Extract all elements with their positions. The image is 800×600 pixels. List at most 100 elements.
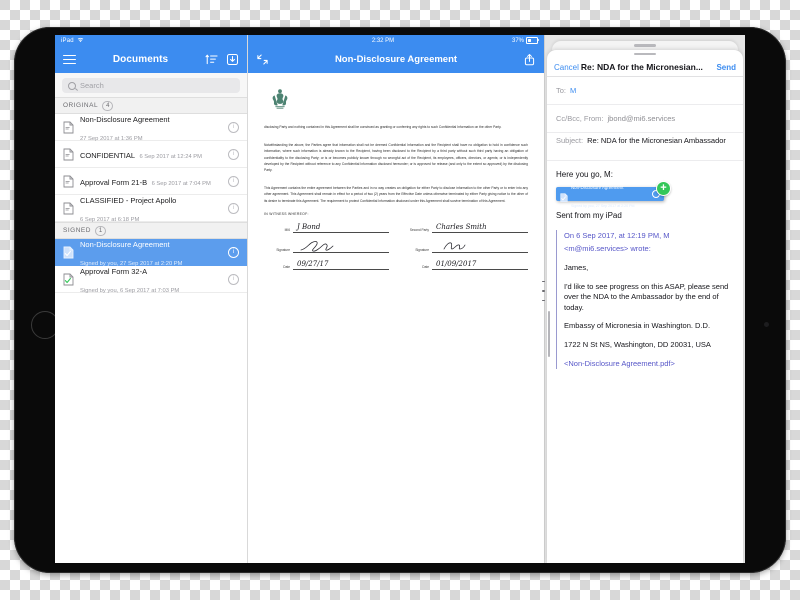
document-date: 27 Sep 2017 at 1:36 PM xyxy=(80,136,143,142)
drag-drop-zone[interactable]: Non-Disclosure Agreement Signed by you, … xyxy=(556,181,734,208)
document-name: Non-Disclosure Agreement xyxy=(80,240,170,249)
mail-body[interactable]: Here you go, M: Non-Disclosure Agreement… xyxy=(547,161,743,563)
quote-header-line2: <m@mi6.services> wrote: xyxy=(564,244,651,253)
mail-card-grabber[interactable] xyxy=(547,50,743,58)
signature-column-right: Second Party Charles Smith Signature Dat… xyxy=(403,223,528,277)
quoted-attachment-link[interactable]: <Non-Disclosure Agreement.pdf> xyxy=(564,358,734,369)
signature-line: Signature xyxy=(264,240,389,253)
send-button[interactable]: Send xyxy=(716,63,736,72)
mail-slideover-panel: Cancel Re: NDA for the Micronesian... Se… xyxy=(542,35,745,563)
cc-bcc-from-field[interactable]: Cc/Bcc, From: jbond@mi6.services xyxy=(547,105,743,133)
documents-sidebar: iPad Documents Search ORIGINAL 4 Non-Dis… xyxy=(55,35,248,563)
search-placeholder: Search xyxy=(80,81,104,90)
attachment-name: Non-Disclosure Agreement xyxy=(571,185,624,190)
share-upload-icon[interactable] xyxy=(523,53,536,66)
scrollbar[interactable] xyxy=(548,311,550,357)
section-header-original: ORIGINAL 4 xyxy=(55,97,247,114)
info-icon[interactable]: i xyxy=(228,246,239,258)
document-name: CONFIDENTIAL xyxy=(80,151,136,160)
drop-add-badge-icon: + xyxy=(656,181,671,196)
search-input[interactable]: Search xyxy=(62,78,240,93)
cancel-button[interactable]: Cancel xyxy=(554,63,579,72)
list-item[interactable]: CONFIDENTIAL 6 Sep 2017 at 12:24 PM i xyxy=(55,141,247,168)
document-date: 6 Sep 2017 at 12:24 PM xyxy=(139,154,202,160)
grabber-handle-icon[interactable] xyxy=(634,44,656,47)
battery-percent-label: 37% xyxy=(511,37,524,44)
info-icon[interactable]: i xyxy=(228,202,239,214)
document-icon xyxy=(63,202,74,215)
info-icon[interactable]: i xyxy=(228,148,239,160)
subject-value: Re: NDA for the Micronesian Ambassador xyxy=(587,136,726,145)
quote-line: Embassy of Micronesia in Washington. D.D… xyxy=(564,321,711,330)
document-name: CLASSIFIED - Project Apollo xyxy=(80,196,177,205)
list-item-text: Approval Form 32-A Signed by you, 6 Sep … xyxy=(80,261,222,297)
party-value: J Bond xyxy=(293,223,389,233)
document-date: 6 Sep 2017 at 7:04 PM xyxy=(151,181,211,187)
quote-header-line1: On 6 Sep 2017, at 12:19 PM, M xyxy=(564,231,670,240)
split-view-handle[interactable] xyxy=(542,281,545,301)
ipad-device-frame: iPad Documents Search ORIGINAL 4 Non-Dis… xyxy=(14,27,786,573)
document-page: disclosing Party and nothing contained i… xyxy=(248,73,544,563)
collapse-arrows-icon[interactable] xyxy=(256,53,269,66)
signature-label: Signature xyxy=(276,247,290,252)
sort-icon[interactable] xyxy=(205,53,218,66)
signature-line: Signature xyxy=(403,240,528,253)
list-item-text: Non-Disclosure Agreement 27 Sep 2017 at … xyxy=(80,114,222,145)
compose-title: Re: NDA for the Micronesian... xyxy=(580,62,703,72)
mail-card-background xyxy=(552,41,738,50)
document-paragraph: disclosing Party and nothing contained i… xyxy=(264,125,502,129)
signed-document-icon xyxy=(560,189,568,202)
battery-icon xyxy=(526,37,539,44)
signed-document-icon xyxy=(63,273,74,286)
attachment-text: Non-Disclosure Agreement Signed by you, … xyxy=(571,176,649,212)
section-title: ORIGINAL xyxy=(63,102,99,109)
witness-clause: IN WITNESS WHEREOF: xyxy=(264,211,309,216)
mail-compose-header: Cancel Re: NDA for the Micronesian... Se… xyxy=(547,58,743,77)
handwritten-signature-icon xyxy=(293,240,389,253)
document-icon xyxy=(63,148,74,161)
to-field[interactable]: To: M xyxy=(547,77,743,105)
list-item[interactable]: Non-Disclosure Agreement 27 Sep 2017 at … xyxy=(55,114,247,142)
document-name: Non-Disclosure Agreement xyxy=(80,115,170,124)
document-paragraph: This Agreement contains the entire agree… xyxy=(264,186,528,203)
quote-line: 1722 N St NS, Washington, DD 20031, USA xyxy=(564,339,711,349)
section-title: SIGNED xyxy=(63,227,91,234)
mail-compose-card: Cancel Re: NDA for the Micronesian... Se… xyxy=(547,50,743,563)
section-count-badge: 1 xyxy=(94,225,107,236)
from-address: jbond@mi6.services xyxy=(607,114,676,123)
cc-bcc-from-label: Cc/Bcc, From: xyxy=(556,114,604,123)
info-icon[interactable]: i xyxy=(228,175,239,187)
royal-crest-icon xyxy=(270,88,290,110)
document-navbar: Non-Disclosure Agreement xyxy=(248,46,544,73)
handwritten-signature-icon xyxy=(432,240,528,253)
document-name: Approval Form 21-B xyxy=(80,178,148,187)
quote-line: James, xyxy=(564,263,589,272)
hamburger-menu-icon[interactable] xyxy=(63,54,76,65)
document-name: Approval Form 32-A xyxy=(80,267,148,276)
info-icon[interactable]: i xyxy=(228,273,239,285)
signed-document-list: Non-Disclosure Agreement Signed by you, … xyxy=(55,239,247,563)
party-label: Second Party xyxy=(409,227,429,232)
list-item[interactable]: CLASSIFIED - Project Apollo 6 Sep 2017 a… xyxy=(55,195,247,222)
quote-line: I'd like to see progress on this ASAP, p… xyxy=(564,281,729,312)
import-download-icon[interactable] xyxy=(226,53,239,66)
list-item[interactable]: Approval Form 32-A Signed by you, 6 Sep … xyxy=(55,266,247,294)
quoted-message: On 6 Sep 2017, at 12:19 PM, M <m@mi6.ser… xyxy=(556,230,734,369)
grabber-handle-icon[interactable] xyxy=(634,52,656,56)
document-page-area[interactable]: disclosing Party and nothing contained i… xyxy=(248,73,544,563)
date-line: Date 09/27/17 xyxy=(264,260,389,270)
to-recipient: M xyxy=(570,86,577,95)
date-value: 01/09/2017 xyxy=(432,260,528,270)
date-label: Date xyxy=(422,264,429,269)
info-icon[interactable]: i xyxy=(228,121,239,133)
date-line: Date 01/09/2017 xyxy=(403,260,528,270)
party-label: MI6 xyxy=(284,227,290,232)
list-item-text: CLASSIFIED - Project Apollo 6 Sep 2017 a… xyxy=(80,190,222,222)
ipad-screen: iPad Documents Search ORIGINAL 4 Non-Dis… xyxy=(55,35,745,563)
dragged-attachment-card[interactable]: Non-Disclosure Agreement Signed by you, … xyxy=(556,185,664,208)
attachment-sub: Signed by you, 27 Sep 2017 at 2:20 PM xyxy=(571,204,635,208)
subject-field[interactable]: Subject: Re: NDA for the Micronesian Amb… xyxy=(547,133,743,161)
clock-label: 2:32 PM xyxy=(371,37,395,44)
document-title: Non-Disclosure Agreement xyxy=(334,54,458,65)
front-camera-icon xyxy=(764,322,769,327)
